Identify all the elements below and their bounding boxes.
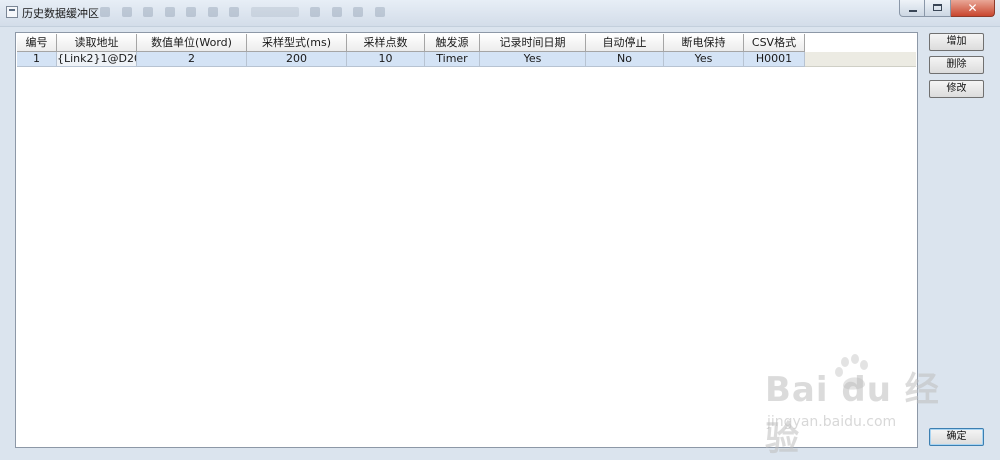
table-cell-data-unit[interactable]: 2: [137, 52, 247, 67]
column-header-power-off-retain[interactable]: 断电保持: [664, 34, 744, 52]
delete-button[interactable]: 删除: [929, 56, 984, 74]
history-buffer-table[interactable]: 编号 读取地址 数值单位(Word) 采样型式(ms) 采样点数 触发源 记录时间日期 自动停…: [15, 32, 918, 448]
column-header-id[interactable]: 编号: [17, 34, 57, 52]
toolbar-ghost-icon: [164, 7, 175, 17]
toolbar-ghost-icon: [353, 7, 363, 17]
table-cell-id[interactable]: 1: [17, 52, 57, 67]
table-cell-sample-count[interactable]: 10: [347, 52, 425, 67]
window-title: 历史数据缓冲区: [22, 7, 99, 20]
table-cell-sample-mode[interactable]: 200: [247, 52, 347, 67]
minimize-icon: [909, 10, 917, 12]
toolbar-ghost-icon: [207, 7, 218, 17]
toolbar-ghost-icon: [143, 7, 153, 17]
table-cell-auto-stop[interactable]: No: [586, 52, 664, 67]
toolbar-ghost-icon: [310, 7, 320, 17]
table-cell-trigger-source[interactable]: Timer: [425, 52, 480, 67]
toolbar-ghost-icon: [229, 7, 239, 17]
column-header-sample-count[interactable]: 采样点数: [347, 34, 425, 52]
table-cell-power-off-retain[interactable]: Yes: [664, 52, 744, 67]
column-header-read-address[interactable]: 读取地址: [57, 34, 137, 52]
background-toolbar-ghost: [100, 7, 420, 19]
window-controls: ✕: [899, 0, 995, 18]
toolbar-ghost-icon: [374, 7, 385, 17]
modify-button[interactable]: 修改: [929, 80, 984, 98]
title-bar[interactable]: 历史数据缓冲区 ✕: [0, 0, 1000, 27]
table-cell-csv-format[interactable]: H0001: [744, 52, 805, 67]
close-icon: ✕: [967, 1, 978, 15]
table-cell-record-datetime[interactable]: Yes: [480, 52, 586, 67]
toolbar-ghost-icon: [186, 7, 196, 17]
table-header: 编号 读取地址 数值单位(Word) 采样型式(ms) 采样点数 触发源 记录时间日期 自动停…: [17, 34, 805, 52]
close-button[interactable]: ✕: [951, 0, 995, 17]
column-header-csv-format[interactable]: CSV格式: [744, 34, 805, 52]
table-cell-read-address[interactable]: {Link2}1@D200: [57, 52, 137, 67]
toolbar-ghost-icon: [121, 7, 132, 17]
window-app-icon: [6, 6, 18, 18]
history-buffer-dialog: 历史数据缓冲区 ✕ 编号 读取地址数值单位(Word) 采样型式(ms) 采样点…: [0, 0, 1000, 460]
toolbar-ghost-zoom-box: [250, 7, 299, 17]
maximize-button[interactable]: [925, 0, 951, 17]
toolbar-ghost-icon: [100, 7, 110, 17]
maximize-icon: [933, 4, 942, 11]
column-header-trigger-source[interactable]: 触发源: [425, 34, 480, 52]
add-button[interactable]: 增加: [929, 33, 984, 51]
table-row[interactable]: 1{Link2}1@D200220010TimerYesNoYesH0001: [17, 52, 916, 67]
column-header-auto-stop[interactable]: 自动停止: [586, 34, 664, 52]
ok-button[interactable]: 确定: [929, 428, 984, 446]
toolbar-ghost-icon: [331, 7, 342, 17]
column-header-sample-mode[interactable]: 采样型式(ms): [247, 34, 347, 52]
minimize-button[interactable]: [899, 0, 925, 17]
column-header-record-datetime[interactable]: 记录时间日期: [480, 34, 586, 52]
row-filler: [805, 52, 916, 67]
column-header-data-unit[interactable]: 数值单位(Word): [137, 34, 247, 52]
